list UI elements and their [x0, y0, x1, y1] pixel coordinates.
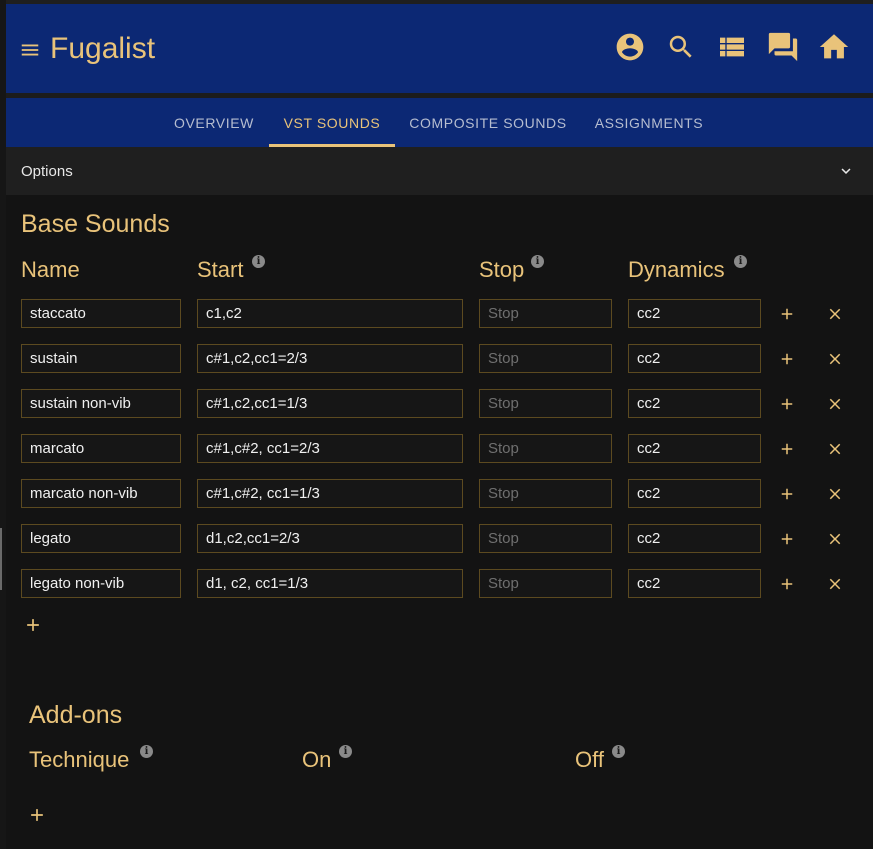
- base-sounds-title: Base Sounds: [21, 210, 170, 238]
- add-row-button[interactable]: [776, 393, 798, 415]
- addons-title: Add-ons: [29, 701, 123, 729]
- header-stop: Stop: [479, 257, 525, 282]
- home-icon[interactable]: [817, 30, 851, 64]
- sound-name-field[interactable]: sustain: [21, 344, 181, 373]
- add-row-button[interactable]: [776, 348, 798, 370]
- tab-assignments[interactable]: ASSIGNMENTS: [587, 98, 711, 147]
- tab-label: OVERVIEW: [173, 115, 254, 131]
- sound-start-field[interactable]: d1,c2,cc1=2/3: [197, 524, 463, 553]
- delete-row-button[interactable]: [824, 348, 846, 370]
- tab-label: ASSIGNMENTS: [594, 115, 704, 131]
- sound-dynamics-field[interactable]: cc2: [628, 479, 761, 508]
- sound-dynamics-field[interactable]: cc2: [628, 389, 761, 418]
- start-info-icon[interactable]: i: [252, 255, 265, 268]
- on-info-icon[interactable]: i: [339, 745, 352, 758]
- add-base-sound-button[interactable]: [22, 614, 44, 636]
- sound-stop-field[interactable]: Stop: [479, 434, 612, 463]
- sound-dynamics-field[interactable]: cc2: [628, 299, 761, 328]
- forum-icon[interactable]: [766, 30, 800, 64]
- sound-name-field[interactable]: legato non-vib: [21, 569, 181, 598]
- sound-stop-field[interactable]: Stop: [479, 569, 612, 598]
- delete-row-button[interactable]: [824, 528, 846, 550]
- account-circle-icon[interactable]: [613, 30, 647, 64]
- hamburger-menu-icon[interactable]: [19, 39, 41, 61]
- sound-stop-field[interactable]: Stop: [479, 479, 612, 508]
- search-icon[interactable]: [664, 30, 698, 64]
- dynamics-info-icon[interactable]: i: [734, 255, 747, 268]
- add-row-button[interactable]: [776, 483, 798, 505]
- sound-name-field[interactable]: staccato: [21, 299, 181, 328]
- technique-info-icon[interactable]: i: [140, 745, 153, 758]
- tab-label: COMPOSITE SOUNDS: [409, 115, 567, 131]
- sound-dynamics-field[interactable]: cc2: [628, 524, 761, 553]
- add-row-button[interactable]: [776, 573, 798, 595]
- delete-row-button[interactable]: [824, 573, 846, 595]
- delete-row-button[interactable]: [824, 483, 846, 505]
- chevron-down-icon[interactable]: [837, 162, 855, 180]
- sound-name-field[interactable]: sustain non-vib: [21, 389, 181, 418]
- sound-dynamics-field[interactable]: cc2: [628, 434, 761, 463]
- header-technique: Technique: [29, 747, 130, 772]
- sound-start-field[interactable]: c#1,c2,cc1=1/3: [197, 389, 463, 418]
- add-row-button[interactable]: [776, 438, 798, 460]
- off-info-icon[interactable]: i: [612, 745, 625, 758]
- add-addon-button[interactable]: [26, 804, 48, 826]
- options-label: Options: [21, 163, 73, 180]
- delete-row-button[interactable]: [824, 393, 846, 415]
- stop-info-icon[interactable]: i: [531, 255, 544, 268]
- delete-row-button[interactable]: [824, 438, 846, 460]
- header-dynamics: Dynamics: [628, 257, 725, 282]
- sound-stop-field[interactable]: Stop: [479, 344, 612, 373]
- sound-start-field[interactable]: c#1,c#2, cc1=2/3: [197, 434, 463, 463]
- options-expander[interactable]: Options: [6, 147, 873, 195]
- add-row-button[interactable]: [776, 303, 798, 325]
- app-bar: Fugalist: [6, 4, 873, 93]
- list-view-icon[interactable]: [715, 30, 749, 64]
- app-title[interactable]: Fugalist: [50, 31, 155, 67]
- sound-start-field[interactable]: d1, c2, cc1=1/3: [197, 569, 463, 598]
- header-start: Start: [197, 257, 244, 282]
- scroll-marker: [0, 528, 2, 590]
- tab-composite-sounds[interactable]: COMPOSITE SOUNDS: [401, 98, 575, 147]
- sound-dynamics-field[interactable]: cc2: [628, 569, 761, 598]
- tab-vst-sounds[interactable]: VST SOUNDS: [269, 98, 395, 147]
- header-on: On: [302, 747, 332, 772]
- sound-start-field[interactable]: c#1,c#2, cc1=1/3: [197, 479, 463, 508]
- sound-stop-field[interactable]: Stop: [479, 524, 612, 553]
- sound-stop-field[interactable]: Stop: [479, 299, 612, 328]
- tab-bar: OVERVIEW VST SOUNDS COMPOSITE SOUNDS ASS…: [6, 98, 873, 147]
- add-row-button[interactable]: [776, 528, 798, 550]
- tab-overview[interactable]: OVERVIEW: [164, 98, 264, 147]
- tab-label: VST SOUNDS: [283, 115, 381, 131]
- header-name: Name: [21, 257, 80, 282]
- sound-name-field[interactable]: legato: [21, 524, 181, 553]
- sound-name-field[interactable]: marcato non-vib: [21, 479, 181, 508]
- sound-dynamics-field[interactable]: cc2: [628, 344, 761, 373]
- sound-start-field[interactable]: c#1,c2,cc1=2/3: [197, 344, 463, 373]
- sound-name-field[interactable]: marcato: [21, 434, 181, 463]
- app-bar-actions: [613, 30, 851, 64]
- sound-start-field[interactable]: c1,c2: [197, 299, 463, 328]
- header-off: Off: [575, 747, 604, 772]
- sound-stop-field[interactable]: Stop: [479, 389, 612, 418]
- delete-row-button[interactable]: [824, 303, 846, 325]
